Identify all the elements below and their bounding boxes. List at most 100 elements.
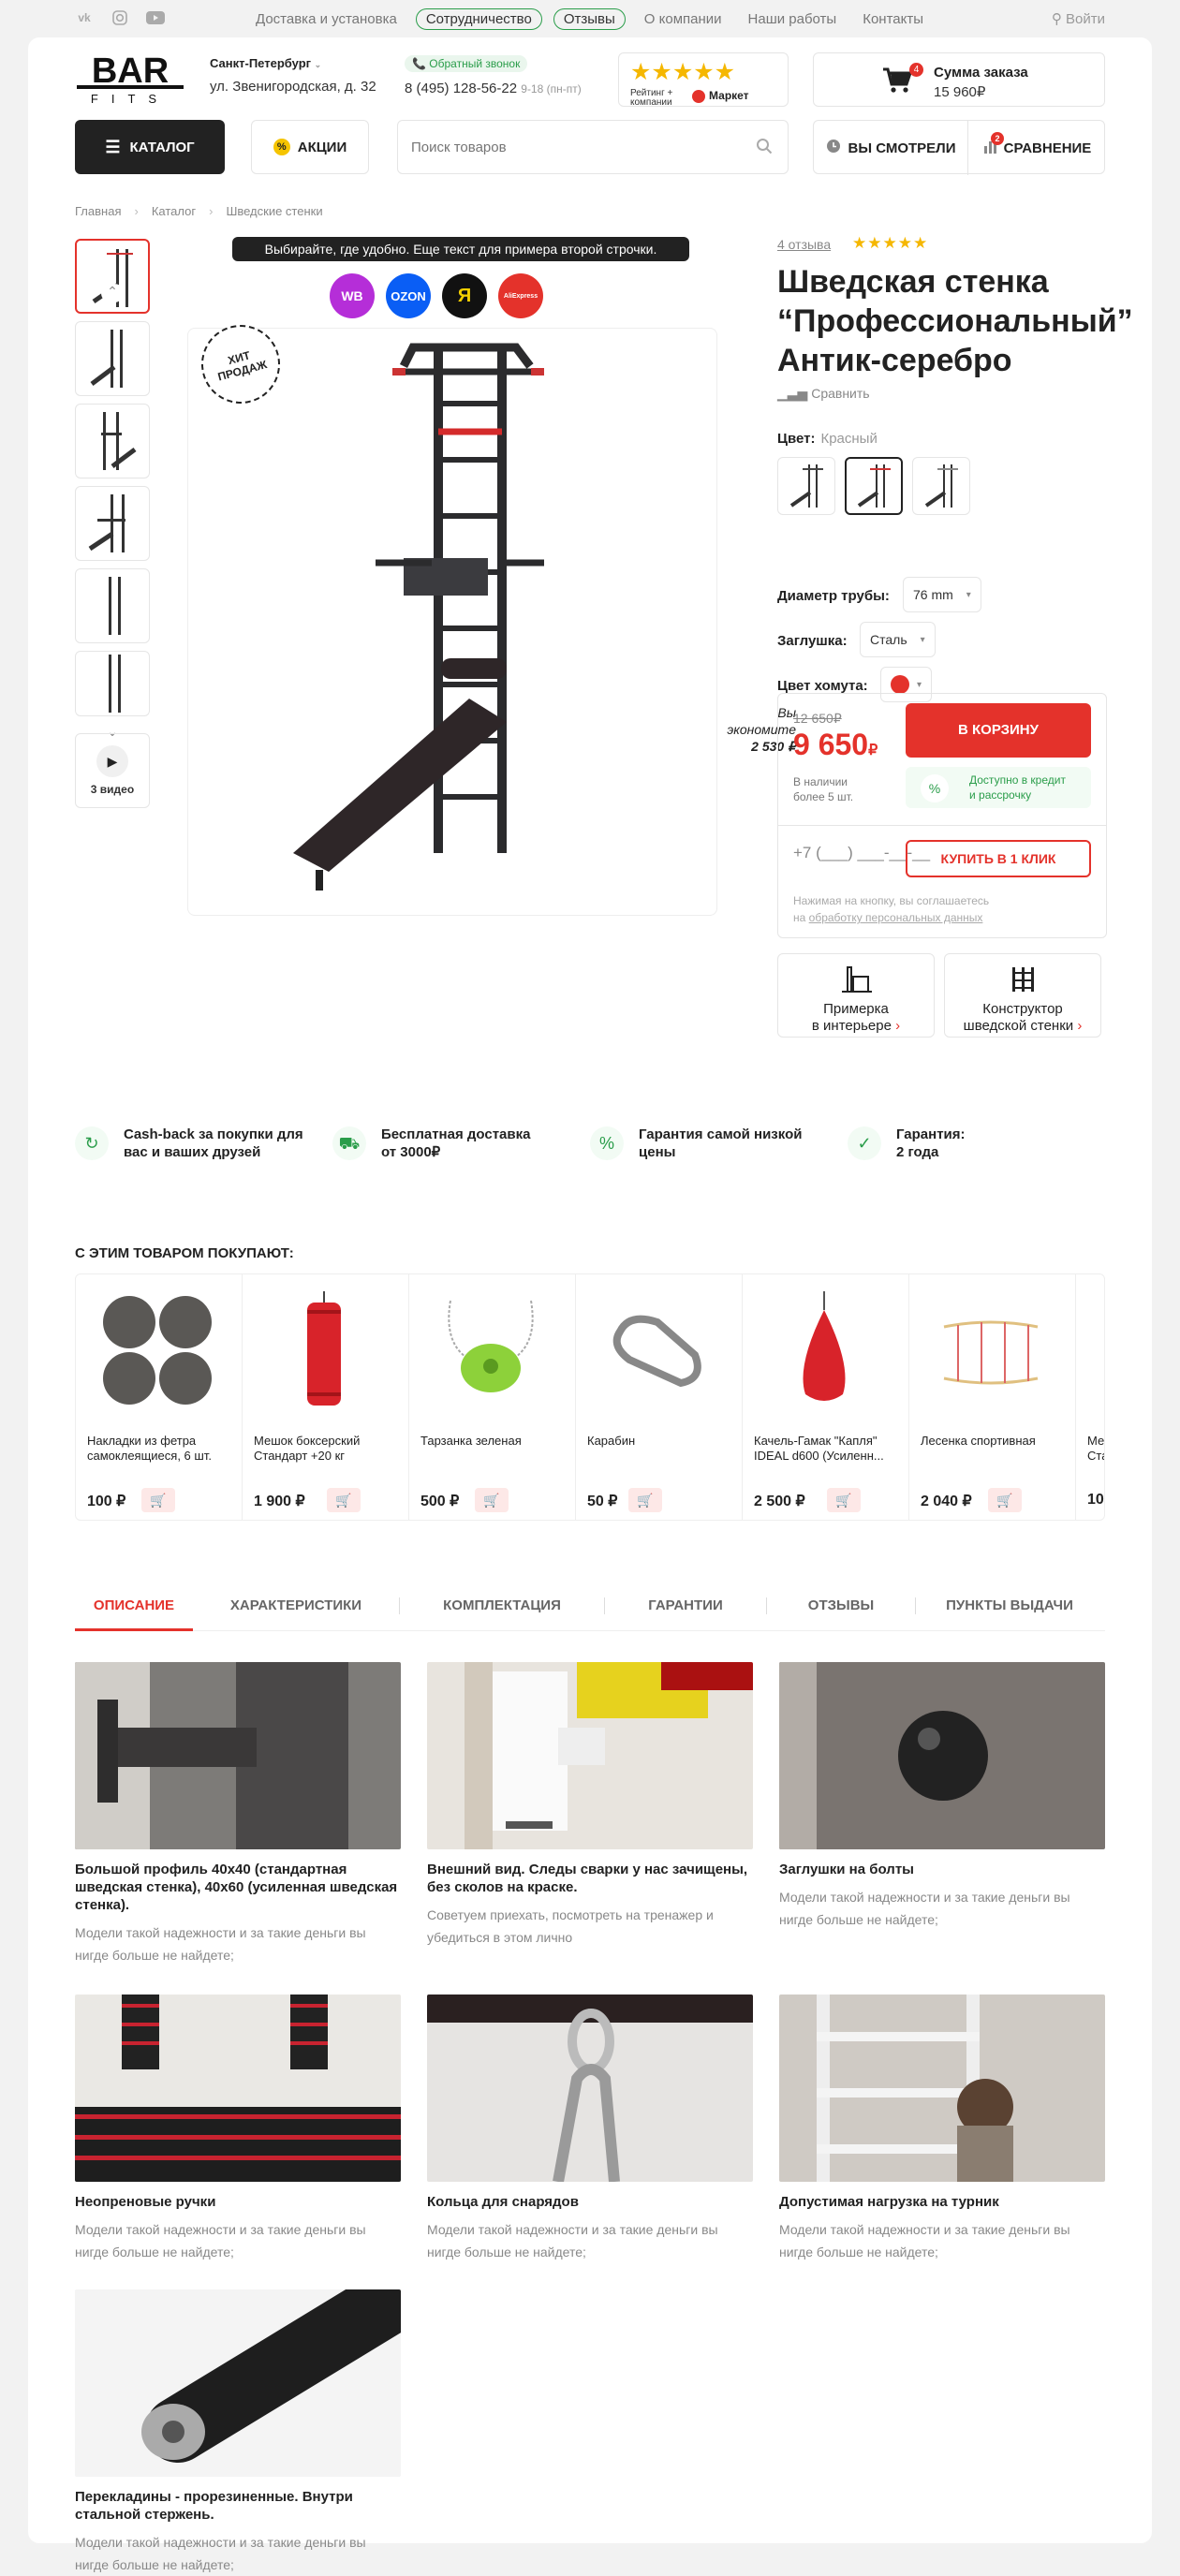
compare-icon: ▁▃▅ xyxy=(777,386,808,401)
product-name: Карабин xyxy=(587,1434,636,1448)
color-swatch-selected[interactable] xyxy=(845,457,903,515)
marketplace-links: WB OZON Я AliExpress xyxy=(330,273,543,318)
benefit-item: ↻ Cash-back за покупки для вас и ваших др… xyxy=(75,1126,332,1161)
product-price: 50 ₽ xyxy=(587,1494,618,1509)
callback-button[interactable]: 📞 Обратный звонок xyxy=(405,55,528,72)
chevron-down-icon: ▾ xyxy=(917,679,922,690)
instagram-icon[interactable] xyxy=(111,9,129,26)
add-to-cart-icon[interactable]: 🛒 xyxy=(141,1488,175,1512)
login-icon: ⚲ xyxy=(1051,11,1067,27)
product-card[interactable]: Тарзанка зеленая 500 ₽ 🛒 xyxy=(409,1274,576,1520)
social-links: vk xyxy=(75,9,165,26)
compare-link[interactable]: ▁▃▅ Сравнить xyxy=(777,386,870,402)
reviews-link[interactable]: 4 отзыва xyxy=(777,237,831,252)
aliexpress-link[interactable]: AliExpress xyxy=(498,273,543,318)
page-card: BAR FITS Санкт-Петербург ⌄ ул. Звенигоро… xyxy=(28,37,1152,2572)
breadcrumb-item[interactable]: Шведские стенки xyxy=(226,204,322,218)
cart-summary[interactable]: 4 Сумма заказа 15 960₽ xyxy=(813,52,1105,107)
nav-cooperation[interactable]: Сотрудничество xyxy=(415,8,542,30)
privacy-link[interactable]: обработку персональных данных xyxy=(809,911,983,924)
tab-pickup-points[interactable]: ПУНКТЫ ВЫДАЧИ xyxy=(916,1592,1103,1631)
video-button[interactable]: ▶ 3 видео xyxy=(75,733,150,808)
product-card[interactable]: Мешок боксерский Стандарт +20 кг 1 900 ₽… xyxy=(243,1274,409,1520)
search-input[interactable] xyxy=(398,121,788,173)
vk-icon[interactable]: vk xyxy=(75,9,94,26)
plug-select[interactable]: Сталь ▾ xyxy=(860,622,936,657)
nav-about[interactable]: О компании xyxy=(637,8,730,30)
ozon-link[interactable]: OZON xyxy=(386,273,431,318)
diameter-label: Диаметр трубы: xyxy=(777,588,890,604)
product-card[interactable]: Накладки из фетра самоклеящиеся, 6 шт. 1… xyxy=(76,1274,243,1520)
search-box xyxy=(397,120,789,174)
product-card[interactable]: Качель-Гамак "Капля" IDEAL d600 (Усиленн… xyxy=(743,1274,909,1520)
chevron-up-icon[interactable]: ⌃ xyxy=(101,284,124,302)
feature-desc: Модели такой надежности и за такие деньг… xyxy=(779,2222,1070,2260)
product-card[interactable]: Карабин 50 ₽ 🛒 xyxy=(576,1274,743,1520)
chevron-down-icon: ⌄ xyxy=(314,60,322,69)
add-to-cart-icon[interactable]: 🛒 xyxy=(988,1488,1022,1512)
product-card[interactable]: Лесенка спортивная 2 040 ₽ 🛒 xyxy=(909,1274,1076,1520)
product-card[interactable]: Меш... Стан... 100 xyxy=(1076,1274,1104,1520)
credit-badge[interactable]: % Доступно в кредит и рассрочку xyxy=(906,767,1091,808)
search-icon[interactable] xyxy=(756,138,773,159)
wall-constructor-button[interactable]: Конструктор шведской стенки › xyxy=(944,953,1101,1038)
tab-guarantee[interactable]: ГАРАНТИИ xyxy=(605,1592,766,1631)
viewed-button[interactable]: ВЫ СМОТРЕЛИ xyxy=(814,121,968,175)
feature-item: Кольца для снарядов Модели такой надежно… xyxy=(427,1995,753,2263)
bolt-cap-photo xyxy=(779,1662,1105,1849)
breadcrumb-item[interactable]: Главная xyxy=(75,204,121,218)
tab-specs[interactable]: ХАРАКТЕРИСТИКИ xyxy=(193,1592,399,1631)
feature-desc: Советуем приехать, посмотреть на тренаже… xyxy=(427,1907,714,1945)
color-swatch[interactable] xyxy=(777,457,835,515)
promo-label: АКЦИИ xyxy=(297,139,347,155)
city-selector[interactable]: Санкт-Петербург ⌄ xyxy=(210,56,321,70)
add-to-cart-icon[interactable]: 🛒 xyxy=(327,1488,361,1512)
tab-description[interactable]: ОПИСАНИЕ xyxy=(75,1592,193,1631)
product-name: Мешок боксерский Стандарт +20 кг xyxy=(254,1434,361,1463)
feature-item: Допустимая нагрузка на турник Модели так… xyxy=(779,1995,1105,2263)
top-navigation: Доставка и установка Сотрудничество Отзы… xyxy=(248,8,931,30)
nav-contacts[interactable]: Контакты xyxy=(855,8,931,30)
youtube-icon[interactable] xyxy=(146,9,165,26)
svg-text:FITS: FITS xyxy=(91,92,170,106)
add-to-cart-button[interactable]: В КОРЗИНУ xyxy=(906,703,1091,758)
product-name: Качель-Гамак "Капля" IDEAL d600 (Усиленн… xyxy=(754,1434,884,1463)
diameter-select[interactable]: 76 mm ▾ xyxy=(903,577,981,612)
thumbnail[interactable] xyxy=(75,404,150,478)
breadcrumb-item[interactable]: Каталог xyxy=(152,204,196,218)
logo[interactable]: BAR FITS xyxy=(75,51,185,107)
tab-package[interactable]: КОМПЛЕКТАЦИЯ xyxy=(400,1592,604,1631)
promo-button[interactable]: % АКЦИИ xyxy=(251,120,369,174)
yandex-icon xyxy=(692,89,705,103)
wildberries-link[interactable]: WB xyxy=(330,273,375,318)
tab-reviews[interactable]: ОТЗЫВЫ xyxy=(767,1592,915,1631)
color-swatches xyxy=(777,457,970,515)
compare-button[interactable]: 2 СРАВНЕНИЕ xyxy=(968,121,1106,175)
feature-desc: Модели такой надежности и за такие деньг… xyxy=(75,2535,366,2572)
breadcrumb: Главная › Каталог › Шведские стенки xyxy=(75,204,323,218)
phone-number[interactable]: 8 (495) 128-56-22 9-18 (пн-пт) xyxy=(405,81,582,96)
color-swatch[interactable] xyxy=(912,457,970,515)
nav-works[interactable]: Наши работы xyxy=(741,8,845,30)
interior-fitting-button[interactable]: Примерка в интерьере › xyxy=(777,953,935,1038)
add-to-cart-icon[interactable]: 🛒 xyxy=(475,1488,509,1512)
thumbnail[interactable] xyxy=(75,486,150,561)
menu-icon: ☰ xyxy=(105,137,121,156)
yandex-market-link[interactable]: Я xyxy=(442,273,487,318)
login-link[interactable]: ⚲ Войти xyxy=(1052,10,1105,27)
company-rating[interactable]: ★★★★★ Рейтинг + компании Маркет xyxy=(618,52,789,108)
catalog-button[interactable]: ☰ КАТАЛОГ xyxy=(75,120,225,174)
plug-value: Сталь xyxy=(870,632,907,647)
nav-reviews[interactable]: Отзывы xyxy=(553,8,626,30)
compare-link-label: Сравнить xyxy=(811,386,870,401)
thumbnail[interactable] xyxy=(75,239,150,314)
nav-delivery[interactable]: Доставка и установка xyxy=(248,8,405,30)
product-photo[interactable]: ХИТ ПРОДАЖ xyxy=(187,316,717,916)
add-to-cart-icon[interactable]: 🛒 xyxy=(827,1488,861,1512)
buy-one-click-button[interactable]: КУПИТЬ В 1 КЛИК xyxy=(906,840,1091,877)
add-to-cart-icon[interactable]: 🛒 xyxy=(628,1488,662,1512)
thumbnail[interactable] xyxy=(75,651,150,716)
thumbnail[interactable] xyxy=(75,568,150,643)
login-label: Войти xyxy=(1066,11,1105,27)
thumbnail[interactable] xyxy=(75,321,150,396)
